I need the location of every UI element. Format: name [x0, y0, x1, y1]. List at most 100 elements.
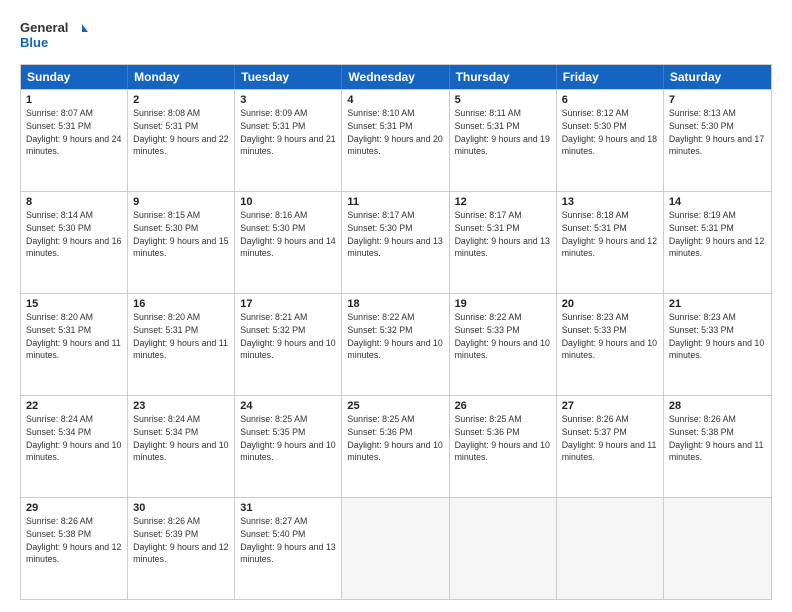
- header-day-saturday: Saturday: [664, 65, 771, 89]
- day-cell-4: 4Sunrise: 8:10 AM Sunset: 5:31 PM Daylig…: [342, 90, 449, 191]
- day-cell-23: 23Sunrise: 8:24 AM Sunset: 5:34 PM Dayli…: [128, 396, 235, 497]
- day-cell-14: 14Sunrise: 8:19 AM Sunset: 5:31 PM Dayli…: [664, 192, 771, 293]
- day-cell-20: 20Sunrise: 8:23 AM Sunset: 5:33 PM Dayli…: [557, 294, 664, 395]
- day-cell-5: 5Sunrise: 8:11 AM Sunset: 5:31 PM Daylig…: [450, 90, 557, 191]
- header-day-friday: Friday: [557, 65, 664, 89]
- svg-text:Blue: Blue: [20, 35, 48, 50]
- calendar-header: SundayMondayTuesdayWednesdayThursdayFrid…: [21, 65, 771, 89]
- day-info: Sunrise: 8:07 AM Sunset: 5:31 PM Dayligh…: [26, 107, 122, 158]
- day-info: Sunrise: 8:26 AM Sunset: 5:37 PM Dayligh…: [562, 413, 658, 464]
- day-number: 18: [347, 298, 443, 310]
- day-info: Sunrise: 8:27 AM Sunset: 5:40 PM Dayligh…: [240, 515, 336, 566]
- day-cell-3: 3Sunrise: 8:09 AM Sunset: 5:31 PM Daylig…: [235, 90, 342, 191]
- day-cell-18: 18Sunrise: 8:22 AM Sunset: 5:32 PM Dayli…: [342, 294, 449, 395]
- day-cell-17: 17Sunrise: 8:21 AM Sunset: 5:32 PM Dayli…: [235, 294, 342, 395]
- day-number: 4: [347, 94, 443, 106]
- header-day-monday: Monday: [128, 65, 235, 89]
- day-number: 13: [562, 196, 658, 208]
- day-info: Sunrise: 8:25 AM Sunset: 5:36 PM Dayligh…: [347, 413, 443, 464]
- header-day-sunday: Sunday: [21, 65, 128, 89]
- day-number: 5: [455, 94, 551, 106]
- day-info: Sunrise: 8:18 AM Sunset: 5:31 PM Dayligh…: [562, 209, 658, 260]
- day-number: 25: [347, 400, 443, 412]
- day-number: 1: [26, 94, 122, 106]
- day-cell-13: 13Sunrise: 8:18 AM Sunset: 5:31 PM Dayli…: [557, 192, 664, 293]
- day-info: Sunrise: 8:10 AM Sunset: 5:31 PM Dayligh…: [347, 107, 443, 158]
- calendar-row-2: 8Sunrise: 8:14 AM Sunset: 5:30 PM Daylig…: [21, 191, 771, 293]
- day-info: Sunrise: 8:17 AM Sunset: 5:30 PM Dayligh…: [347, 209, 443, 260]
- day-cell-31: 31Sunrise: 8:27 AM Sunset: 5:40 PM Dayli…: [235, 498, 342, 599]
- day-number: 19: [455, 298, 551, 310]
- empty-cell: [557, 498, 664, 599]
- day-cell-12: 12Sunrise: 8:17 AM Sunset: 5:31 PM Dayli…: [450, 192, 557, 293]
- logo: General Blue: [20, 18, 90, 54]
- day-number: 9: [133, 196, 229, 208]
- calendar-row-4: 22 Sunrise: 8:24 AM Sunset: 5:34 PM Dayli…: [21, 395, 771, 497]
- day-number: 14: [669, 196, 766, 208]
- header-day-tuesday: Tuesday: [235, 65, 342, 89]
- day-info: Sunrise: 8:26 AM Sunset: 5:38 PM Dayligh…: [669, 413, 766, 464]
- day-cell-27: 27Sunrise: 8:26 AM Sunset: 5:37 PM Dayli…: [557, 396, 664, 497]
- day-info: Sunrise: 8:15 AM Sunset: 5:30 PM Dayligh…: [133, 209, 229, 260]
- day-cell-29: 29Sunrise: 8:26 AM Sunset: 5:38 PM Dayli…: [21, 498, 128, 599]
- page-header: General Blue: [20, 18, 772, 54]
- logo-svg: General Blue: [20, 18, 90, 54]
- day-cell-1: 1Sunrise: 8:07 AM Sunset: 5:31 PM Daylig…: [21, 90, 128, 191]
- calendar-row-5: 29Sunrise: 8:26 AM Sunset: 5:38 PM Dayli…: [21, 497, 771, 599]
- calendar-row-3: 15 Sunrise: 8:20 AM Sunset: 5:31 PM Dayli…: [21, 293, 771, 395]
- day-cell-19: 19Sunrise: 8:22 AM Sunset: 5:33 PM Dayli…: [450, 294, 557, 395]
- day-info: Sunrise: 8:25 AM Sunset: 5:36 PM Dayligh…: [455, 413, 551, 464]
- day-number: 27: [562, 400, 658, 412]
- day-number: 22: [26, 400, 122, 412]
- day-info: Sunrise: 8:17 AM Sunset: 5:31 PM Dayligh…: [455, 209, 551, 260]
- day-info: Sunrise: 8:25 AM Sunset: 5:35 PM Dayligh…: [240, 413, 336, 464]
- day-info: Sunrise: 8:23 AM Sunset: 5:33 PM Dayligh…: [562, 311, 658, 362]
- day-number: 26: [455, 400, 551, 412]
- calendar-row-1: 1Sunrise: 8:07 AM Sunset: 5:31 PM Daylig…: [21, 89, 771, 191]
- day-info: Sunrise: 8:26 AM Sunset: 5:39 PM Dayligh…: [133, 515, 229, 566]
- day-number: 8: [26, 196, 122, 208]
- day-cell-11: 11Sunrise: 8:17 AM Sunset: 5:30 PM Dayli…: [342, 192, 449, 293]
- day-number: 12: [455, 196, 551, 208]
- day-cell-2: 2Sunrise: 8:08 AM Sunset: 5:31 PM Daylig…: [128, 90, 235, 191]
- day-number: 16: [133, 298, 229, 310]
- day-cell-15: 15Sunrise: 8:20 AM Sunset: 5:31 PM Dayli…: [21, 294, 128, 395]
- day-number: 3: [240, 94, 336, 106]
- day-cell-24: 24Sunrise: 8:25 AM Sunset: 5:35 PM Dayli…: [235, 396, 342, 497]
- day-number: 29: [26, 502, 122, 514]
- header-day-wednesday: Wednesday: [342, 65, 449, 89]
- day-info: Sunrise: 8:23 AM Sunset: 5:33 PM Dayligh…: [669, 311, 766, 362]
- day-info: Sunrise: 8:16 AM Sunset: 5:30 PM Dayligh…: [240, 209, 336, 260]
- day-number: 24: [240, 400, 336, 412]
- empty-cell: [450, 498, 557, 599]
- day-number: 2: [133, 94, 229, 106]
- empty-cell: [342, 498, 449, 599]
- day-info: Sunrise: 8:08 AM Sunset: 5:31 PM Dayligh…: [133, 107, 229, 158]
- day-cell-9: 9Sunrise: 8:15 AM Sunset: 5:30 PM Daylig…: [128, 192, 235, 293]
- day-info: Sunrise: 8:24 AM Sunset: 5:34 PM Dayligh…: [133, 413, 229, 464]
- day-cell-8: 8Sunrise: 8:14 AM Sunset: 5:30 PM Daylig…: [21, 192, 128, 293]
- day-number: 30: [133, 502, 229, 514]
- day-info: Sunrise: 8:12 AM Sunset: 5:30 PM Dayligh…: [562, 107, 658, 158]
- day-info: Sunrise: 8:21 AM Sunset: 5:32 PM Dayligh…: [240, 311, 336, 362]
- day-number: 11: [347, 196, 443, 208]
- day-cell-22: 22Sunrise: 8:24 AM Sunset: 5:34 PM Dayli…: [21, 396, 128, 497]
- day-cell-6: 6Sunrise: 8:12 AM Sunset: 5:30 PM Daylig…: [557, 90, 664, 191]
- svg-text:General: General: [20, 20, 68, 35]
- day-number: 31: [240, 502, 336, 514]
- day-cell-25: 25Sunrise: 8:25 AM Sunset: 5:36 PM Dayli…: [342, 396, 449, 497]
- day-cell-10: 10Sunrise: 8:16 AM Sunset: 5:30 PM Dayli…: [235, 192, 342, 293]
- header-day-thursday: Thursday: [450, 65, 557, 89]
- day-info: Sunrise: 8:09 AM Sunset: 5:31 PM Dayligh…: [240, 107, 336, 158]
- day-info: Sunrise: 8:14 AM Sunset: 5:30 PM Dayligh…: [26, 209, 122, 260]
- day-number: 17: [240, 298, 336, 310]
- day-info: Sunrise: 8:19 AM Sunset: 5:31 PM Dayligh…: [669, 209, 766, 260]
- day-info: Sunrise: 8:11 AM Sunset: 5:31 PM Dayligh…: [455, 107, 551, 158]
- day-number: 7: [669, 94, 766, 106]
- day-cell-28: 28Sunrise: 8:26 AM Sunset: 5:38 PM Dayli…: [664, 396, 771, 497]
- day-number: 15: [26, 298, 122, 310]
- empty-cell: [664, 498, 771, 599]
- day-info: Sunrise: 8:20 AM Sunset: 5:31 PM Dayligh…: [133, 311, 229, 362]
- day-number: 21: [669, 298, 766, 310]
- day-number: 20: [562, 298, 658, 310]
